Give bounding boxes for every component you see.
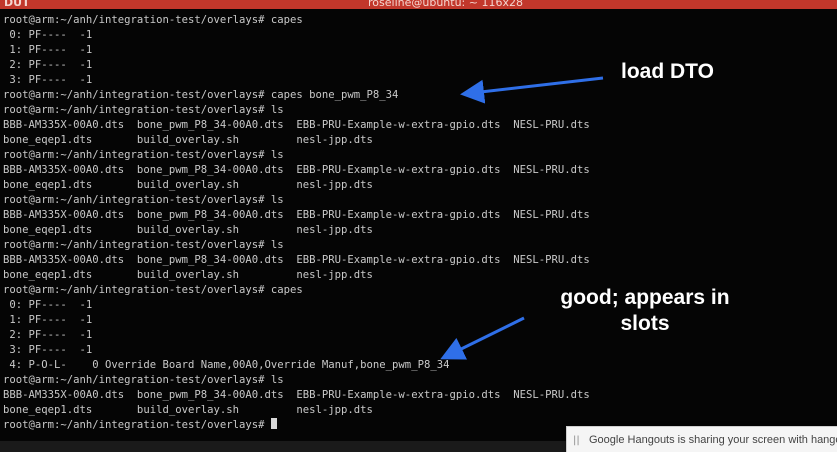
terminal-line: 3: PF---- -1 xyxy=(3,74,93,86)
terminal-line: 2: PF---- -1 xyxy=(3,329,93,341)
terminal-line: root@arm:~/anh/integration-test/overlays… xyxy=(3,89,399,101)
terminal-line: bone_eqep1.dts build_overlay.sh nesl-jpp… xyxy=(3,269,373,281)
text-cursor xyxy=(270,418,277,429)
terminal-line: root@arm:~/anh/integration-test/overlays… xyxy=(3,14,303,26)
drag-handle-icon[interactable]: || xyxy=(573,435,580,446)
terminal-line: BBB-AM335X-00A0.dts bone_pwm_P8_34-00A0.… xyxy=(3,119,590,131)
notification-text: Google Hangouts is sharing your screen w… xyxy=(589,434,837,446)
window-title-dut: DUT xyxy=(4,0,30,9)
terminal-line: 3: PF---- -1 xyxy=(3,344,93,356)
terminal-prompt: root@arm:~/anh/integration-test/overlays… xyxy=(3,419,271,431)
annotation-good-line1: good; appears in xyxy=(560,286,730,309)
terminal-line: 4: P-O-L- 0 Override Board Name,00A0,Ove… xyxy=(3,359,450,371)
terminal-line: 1: PF---- -1 xyxy=(3,314,93,326)
terminal-line: BBB-AM335X-00A0.dts bone_pwm_P8_34-00A0.… xyxy=(3,209,590,221)
terminal-line: 0: PF---- -1 xyxy=(3,299,93,311)
terminal-line: bone_eqep1.dts build_overlay.sh nesl-jpp… xyxy=(3,404,373,416)
screen-share-notification[interactable]: || Google Hangouts is sharing your scree… xyxy=(566,426,837,452)
terminal-line: bone_eqep1.dts build_overlay.sh nesl-jpp… xyxy=(3,224,373,236)
terminal-line: 1: PF---- -1 xyxy=(3,44,93,56)
terminal-line: bone_eqep1.dts build_overlay.sh nesl-jpp… xyxy=(3,179,373,191)
annotation-good-line2: slots xyxy=(620,312,670,335)
terminal-line: root@arm:~/anh/integration-test/overlays… xyxy=(3,374,284,386)
terminal-prompt-line[interactable]: root@arm:~/anh/integration-test/overlays… xyxy=(3,418,277,433)
screen-recording-frame: DUT roseline@ubuntu: ~ 116x28 root@arm:~… xyxy=(0,0,837,452)
terminal-line: root@arm:~/anh/integration-test/overlays… xyxy=(3,194,284,206)
terminal-line: 0: PF---- -1 xyxy=(3,29,93,41)
terminal-line: 2: PF---- -1 xyxy=(3,59,93,71)
terminal-line: BBB-AM335X-00A0.dts bone_pwm_P8_34-00A0.… xyxy=(3,389,590,401)
window-title: roseline@ubuntu: ~ 116x28 xyxy=(368,0,523,9)
terminal-line: BBB-AM335X-00A0.dts bone_pwm_P8_34-00A0.… xyxy=(3,254,590,266)
terminal-line: root@arm:~/anh/integration-test/overlays… xyxy=(3,284,303,296)
annotation-good: good; appears in slots xyxy=(540,285,750,337)
annotation-load-dto: load DTO xyxy=(621,60,714,83)
terminal-line: root@arm:~/anh/integration-test/overlays… xyxy=(3,104,284,116)
terminal-line: root@arm:~/anh/integration-test/overlays… xyxy=(3,239,284,251)
terminal-line: root@arm:~/anh/integration-test/overlays… xyxy=(3,149,284,161)
terminal-line: bone_eqep1.dts build_overlay.sh nesl-jpp… xyxy=(3,134,373,146)
terminal-line: BBB-AM335X-00A0.dts bone_pwm_P8_34-00A0.… xyxy=(3,164,590,176)
terminal-title-bar[interactable]: DUT roseline@ubuntu: ~ 116x28 xyxy=(0,0,837,9)
